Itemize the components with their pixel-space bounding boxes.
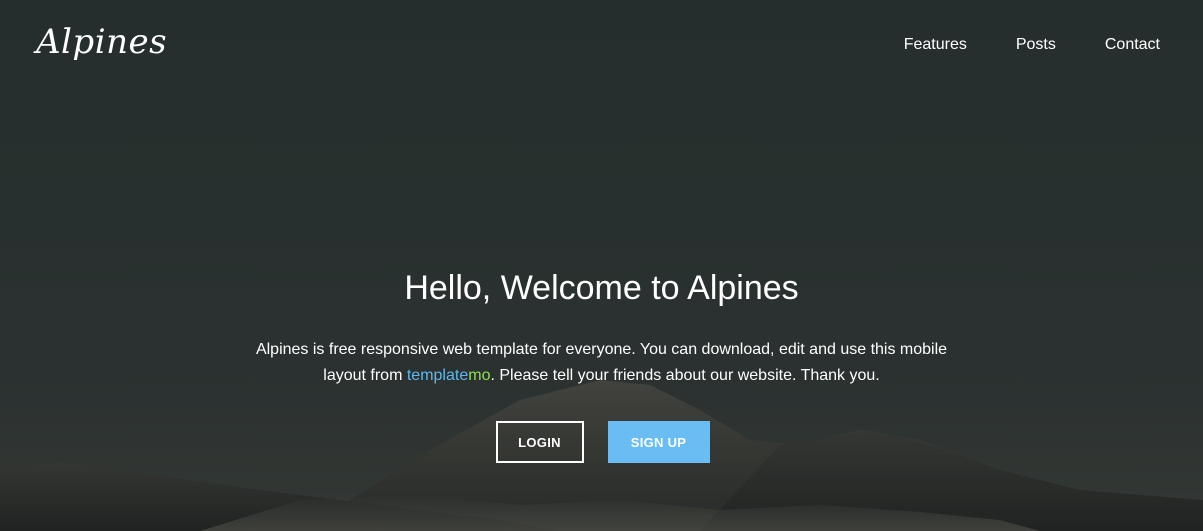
brand-text-template: template — [406, 367, 469, 384]
login-button[interactable]: LOGIN — [495, 421, 584, 463]
brand-text-mo: mo — [468, 367, 491, 384]
hero-content: Hello, Welcome to Alpines Alpines is fre… — [0, 266, 1203, 463]
hero-description-text-end: . Please tell your friends about our web… — [490, 367, 880, 384]
templatemo-link[interactable]: templatemo — [407, 367, 491, 384]
nav-link-contact[interactable]: Contact — [1105, 34, 1160, 56]
nav-menu: Features Posts Contact — [855, 34, 1160, 56]
nav-link-posts[interactable]: Posts — [1016, 34, 1056, 56]
nav-link-features[interactable]: Features — [904, 34, 967, 56]
hero-description: Alpines is free responsive web template … — [242, 337, 962, 389]
site-logo[interactable]: Alpines — [36, 20, 167, 64]
signup-button[interactable]: SIGN UP — [607, 421, 710, 463]
hero-section: Alpines Features Posts Contact Hello, We… — [0, 0, 1203, 531]
top-navbar: Alpines Features Posts Contact — [0, 0, 1203, 90]
hero-title: Hello, Welcome to Alpines — [404, 269, 799, 307]
hero-buttons: LOGIN SIGN UP — [0, 421, 1203, 463]
